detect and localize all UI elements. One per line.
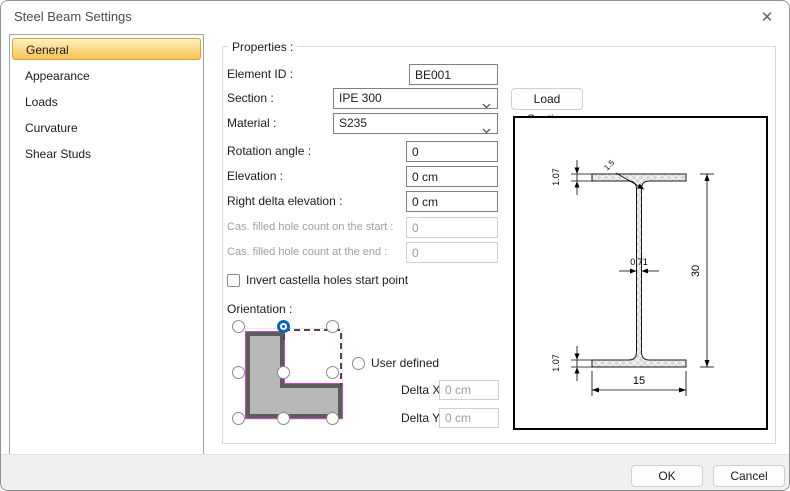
cancel-button[interactable]: Cancel [713, 465, 785, 487]
material-label: Material : [227, 113, 276, 134]
cas-hole-end-field [406, 242, 498, 263]
sidebar-item-curvature[interactable]: Curvature [12, 117, 201, 139]
bottom-flange-thickness-value: 1.07 [551, 354, 561, 372]
invert-castella-checkbox[interactable] [227, 274, 240, 287]
orientation-radio-top-center[interactable] [277, 320, 290, 333]
sidebar-item-general[interactable]: General [12, 38, 201, 60]
rotation-angle-label: Rotation angle : [227, 141, 311, 162]
delta-x-field [439, 380, 499, 400]
chevron-down-icon [482, 121, 491, 140]
properties-group-label: Properties : [228, 40, 297, 54]
ok-button[interactable]: OK [631, 465, 703, 487]
section-height-value: 30 [690, 265, 702, 277]
titlebar: Steel Beam Settings ✕ [1, 1, 789, 33]
settings-category-list: General Appearance Loads Curvature Shear… [9, 34, 204, 456]
orientation-radio-bottom-center[interactable] [277, 412, 290, 425]
delta-y-field [439, 408, 499, 428]
sidebar-item-appearance[interactable]: Appearance [12, 65, 201, 87]
elevation-field[interactable] [406, 166, 498, 187]
element-id-label: Element ID : [227, 64, 293, 85]
steel-beam-settings-dialog: Steel Beam Settings ✕ General Appearance… [0, 0, 790, 491]
close-icon[interactable]: ✕ [754, 6, 780, 30]
section-width-value: 15 [633, 375, 645, 387]
height-dimension [700, 174, 714, 367]
cas-hole-end-label: Cas. filled hole count at the end : [227, 242, 387, 263]
section-dropdown-value: IPE 300 [339, 91, 382, 105]
element-id-field[interactable] [409, 64, 498, 85]
right-delta-elevation-field[interactable] [406, 191, 498, 212]
orientation-radio-bottom-left[interactable] [232, 412, 245, 425]
dialog-title: Steel Beam Settings [14, 9, 132, 24]
rotation-angle-field[interactable] [406, 141, 498, 162]
material-dropdown[interactable]: S235 [333, 113, 498, 134]
right-delta-elevation-label: Right delta elevation : [227, 191, 342, 212]
user-defined-radio[interactable] [352, 357, 365, 370]
orientation-radio-top-left[interactable] [232, 320, 245, 333]
orientation-radio-center[interactable] [277, 366, 290, 379]
sidebar-item-shear-studs[interactable]: Shear Studs [12, 143, 201, 165]
invert-castella-label: Invert castella holes start point [246, 273, 408, 288]
top-flange-dimension [571, 160, 593, 195]
elevation-label: Elevation : [227, 166, 283, 187]
orientation-radio-middle-right[interactable] [326, 366, 339, 379]
beam-cross-section-drawing: 1.07 1.5 0.71 30 [515, 118, 766, 428]
radio-selected-icon [280, 323, 287, 330]
sidebar-item-loads[interactable]: Loads [12, 91, 201, 113]
material-dropdown-value: S235 [339, 116, 367, 130]
fillet-radius-value: 1.5 [602, 158, 617, 173]
web-thickness-value: 0.71 [630, 257, 648, 267]
cas-hole-start-field [406, 217, 498, 238]
cas-hole-start-label: Cas. filled hole count on the start : [227, 217, 393, 238]
orientation-radio-middle-left[interactable] [232, 366, 245, 379]
section-preview-frame: 1.07 1.5 0.71 30 [513, 116, 768, 430]
orientation-radio-top-right[interactable] [326, 320, 339, 333]
bottom-flange-dimension [571, 346, 593, 381]
orientation-label: Orientation : [227, 302, 292, 317]
top-flange-thickness-value: 1.07 [551, 168, 561, 186]
i-beam-profile [592, 174, 686, 367]
section-label: Section : [227, 88, 274, 109]
user-defined-label: User defined [371, 356, 439, 370]
orientation-radio-bottom-right[interactable] [326, 412, 339, 425]
section-dropdown[interactable]: IPE 300 [333, 88, 498, 109]
load-section-button[interactable]: Load Section [511, 88, 583, 110]
